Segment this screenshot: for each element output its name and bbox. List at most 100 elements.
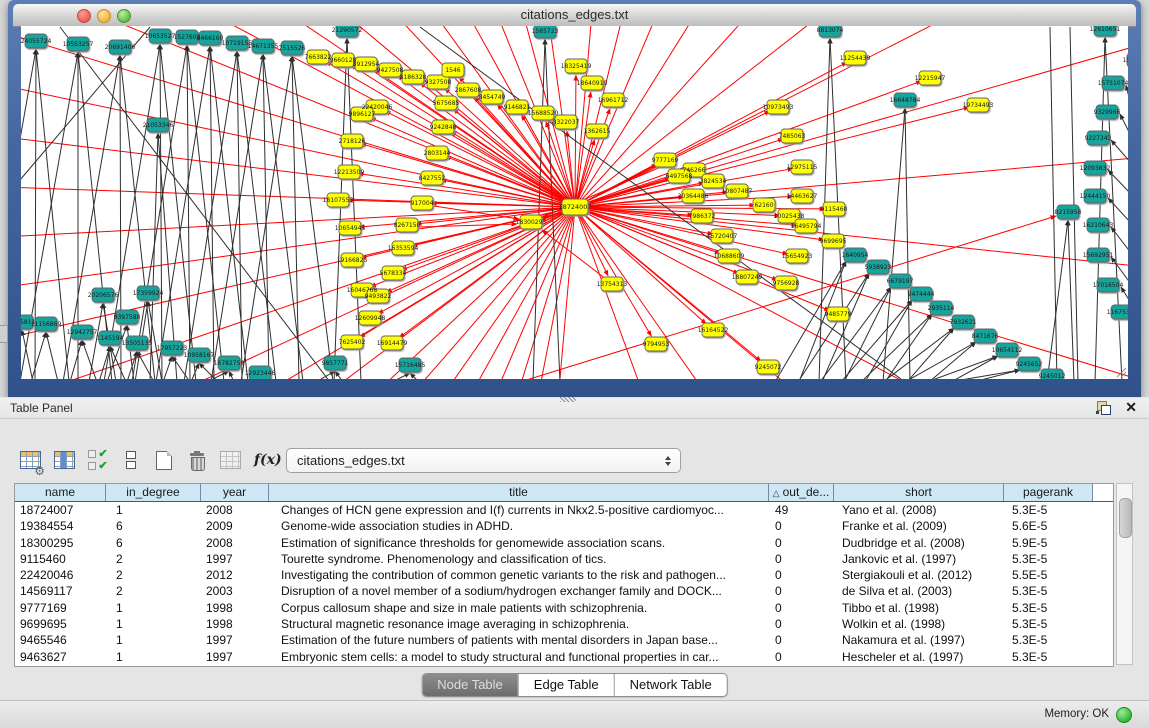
import-table-button[interactable] <box>220 447 241 473</box>
table-cell[interactable]: de Silva et al. (2003) <box>834 583 1004 599</box>
table-cell[interactable]: 9465546 <box>15 632 106 648</box>
table-cell[interactable]: 1998 <box>201 616 269 632</box>
table-cell[interactable]: 0 <box>769 518 834 534</box>
node-table[interactable]: namein_degreeyeartitle△out_de...shortpag… <box>14 483 1114 667</box>
table-cell[interactable]: 1 <box>106 502 201 518</box>
create-column-button[interactable] <box>154 447 174 473</box>
network-canvas[interactable]: 2405572410553257206914061065352715276028… <box>21 26 1128 379</box>
table-cell[interactable]: 18300295 <box>15 535 106 551</box>
float-panel-icon[interactable] <box>1096 401 1111 415</box>
table-cell[interactable]: 1 <box>106 649 201 665</box>
table-cell[interactable]: 2 <box>106 583 201 599</box>
table-cell[interactable]: 5.6E-5 <box>1004 518 1093 534</box>
table-row[interactable]: 1456911722003Disruption of a novel membe… <box>15 583 1113 599</box>
table-cell[interactable]: 1998 <box>201 600 269 616</box>
table-cell[interactable]: 14569117 <box>15 583 106 599</box>
network-window[interactable]: citations_edges.txt 24055724105532572069… <box>8 0 1141 397</box>
table-cell[interactable]: Estimation of the future numbers of pati… <box>269 632 769 648</box>
table-cell[interactable]: 5.3E-5 <box>1004 649 1093 665</box>
table-cell[interactable]: Tourette syndrome. Phenomenology and cla… <box>269 551 769 567</box>
table-cell[interactable]: 1997 <box>201 649 269 665</box>
table-cell[interactable]: 6 <box>106 518 201 534</box>
table-cell[interactable]: 2009 <box>201 518 269 534</box>
table-cell[interactable]: 0 <box>769 649 834 665</box>
table-cell[interactable]: 5.9E-5 <box>1004 535 1093 551</box>
table-cell[interactable]: 0 <box>769 535 834 551</box>
table-cell[interactable]: Investigating the contribution of common… <box>269 567 769 583</box>
column-header-in_degree[interactable]: in_degree <box>106 484 201 501</box>
table-cell[interactable]: 9115460 <box>15 551 106 567</box>
table-cell[interactable]: Changes of HCN gene expression and I(f) … <box>269 502 769 518</box>
table-cell[interactable]: 5.3E-5 <box>1004 583 1093 599</box>
table-cell[interactable]: 0 <box>769 600 834 616</box>
table-cell[interactable]: 9777169 <box>15 600 106 616</box>
table-cell[interactable]: Embryonic stem cells: a model to study s… <box>269 649 769 665</box>
table-cell[interactable]: 0 <box>769 616 834 632</box>
table-panel-header[interactable]: Table Panel ✕ <box>0 398 1149 419</box>
table-cell[interactable]: Wolkin et al. (1998) <box>834 616 1004 632</box>
table-cell[interactable]: Estimation of significance thresholds fo… <box>269 535 769 551</box>
table-row[interactable]: 969969511998Structural magnetic resonanc… <box>15 616 1113 632</box>
table-cell[interactable]: 1997 <box>201 551 269 567</box>
table-row[interactable]: 946554611997Estimation of the future num… <box>15 632 1113 648</box>
table-cell[interactable]: 0 <box>769 567 834 583</box>
table-cell[interactable]: 1 <box>106 600 201 616</box>
table-row[interactable]: 1938455462009Genome-wide association stu… <box>15 518 1113 534</box>
table-cell[interactable]: 2008 <box>201 535 269 551</box>
column-header-pagerank[interactable]: pagerank <box>1004 484 1093 501</box>
collapsed-panel-handle[interactable] <box>0 325 8 343</box>
table-cell[interactable]: 19384554 <box>15 518 106 534</box>
table-cell[interactable]: Corpus callosum shape and size in male p… <box>269 600 769 616</box>
table-cell[interactable]: 5.5E-5 <box>1004 567 1093 583</box>
close-panel-icon[interactable]: ✕ <box>1125 399 1137 416</box>
table-cell[interactable]: 49 <box>769 502 834 518</box>
delete-column-button[interactable] <box>187 447 207 473</box>
table-cell[interactable]: Stergiakouli et al. (2012) <box>834 567 1004 583</box>
table-cell[interactable]: 6 <box>106 535 201 551</box>
table-cell[interactable]: 18724007 <box>15 502 106 518</box>
table-row[interactable]: 1830029562008Estimation of significance … <box>15 535 1113 551</box>
column-header-year[interactable]: year <box>201 484 269 501</box>
column-header-title[interactable]: title <box>269 484 769 501</box>
table-cell[interactable]: Jankovic et al. (1997) <box>834 551 1004 567</box>
table-row[interactable]: 911546021997Tourette syndrome. Phenomeno… <box>15 551 1113 567</box>
table-vertical-scrollbar[interactable] <box>1116 483 1133 665</box>
table-cell[interactable]: 2 <box>106 551 201 567</box>
scrollbar-thumb[interactable] <box>1119 498 1132 538</box>
table-cell[interactable]: 2 <box>106 567 201 583</box>
table-cell[interactable]: 2012 <box>201 567 269 583</box>
column-header-out_de[interactable]: △out_de... <box>769 484 834 501</box>
table-cell[interactable]: Yano et al. (2008) <box>834 502 1004 518</box>
function-builder-button[interactable]: f(x) <box>254 447 282 473</box>
table-cell[interactable]: Nakamura et al. (1997) <box>834 632 1004 648</box>
table-cell[interactable]: Genome-wide association studies in ADHD. <box>269 518 769 534</box>
table-cell[interactable]: Structural magnetic resonance image aver… <box>269 616 769 632</box>
table-row[interactable]: 2242004622012Investigating the contribut… <box>15 567 1113 583</box>
table-cell[interactable]: Disruption of a novel member of a sodium… <box>269 583 769 599</box>
table-cell[interactable]: 0 <box>769 551 834 567</box>
show-columns-button[interactable] <box>54 447 75 473</box>
splitter-grip[interactable] <box>560 397 576 402</box>
table-cell[interactable]: 1 <box>106 616 201 632</box>
table-row[interactable]: 1872400712008Changes of HCN gene express… <box>15 502 1113 518</box>
edge-table-tab[interactable]: Edge Table <box>518 674 614 696</box>
table-cell[interactable]: 0 <box>769 632 834 648</box>
table-cell[interactable]: 9699695 <box>15 616 106 632</box>
rows-button[interactable] <box>121 447 141 473</box>
table-cell[interactable]: 1997 <box>201 632 269 648</box>
network-table-tab[interactable]: Network Table <box>614 674 727 696</box>
table-row[interactable]: 977716911998Corpus callosum shape and si… <box>15 600 1113 616</box>
table-cell[interactable]: Franke et al. (2009) <box>834 518 1004 534</box>
table-cell[interactable]: Dudbridge et al. (2008) <box>834 535 1004 551</box>
table-cell[interactable]: Tibbo et al. (1998) <box>834 600 1004 616</box>
table-cell[interactable]: 1 <box>106 632 201 648</box>
table-cell[interactable]: 5.3E-5 <box>1004 600 1093 616</box>
table-options-button[interactable]: ⚙ <box>20 447 41 473</box>
network-graph[interactable]: 2405572410553257206914061065352715276028… <box>21 26 1128 379</box>
table-cell[interactable]: 0 <box>769 583 834 599</box>
table-cell[interactable]: 5.3E-5 <box>1004 616 1093 632</box>
table-cell[interactable]: 22420046 <box>15 567 106 583</box>
table-cell[interactable]: 9463627 <box>15 649 106 665</box>
select-all-columns-button[interactable]: ✔ ✔ <box>88 447 108 473</box>
table-cell[interactable]: 2003 <box>201 583 269 599</box>
